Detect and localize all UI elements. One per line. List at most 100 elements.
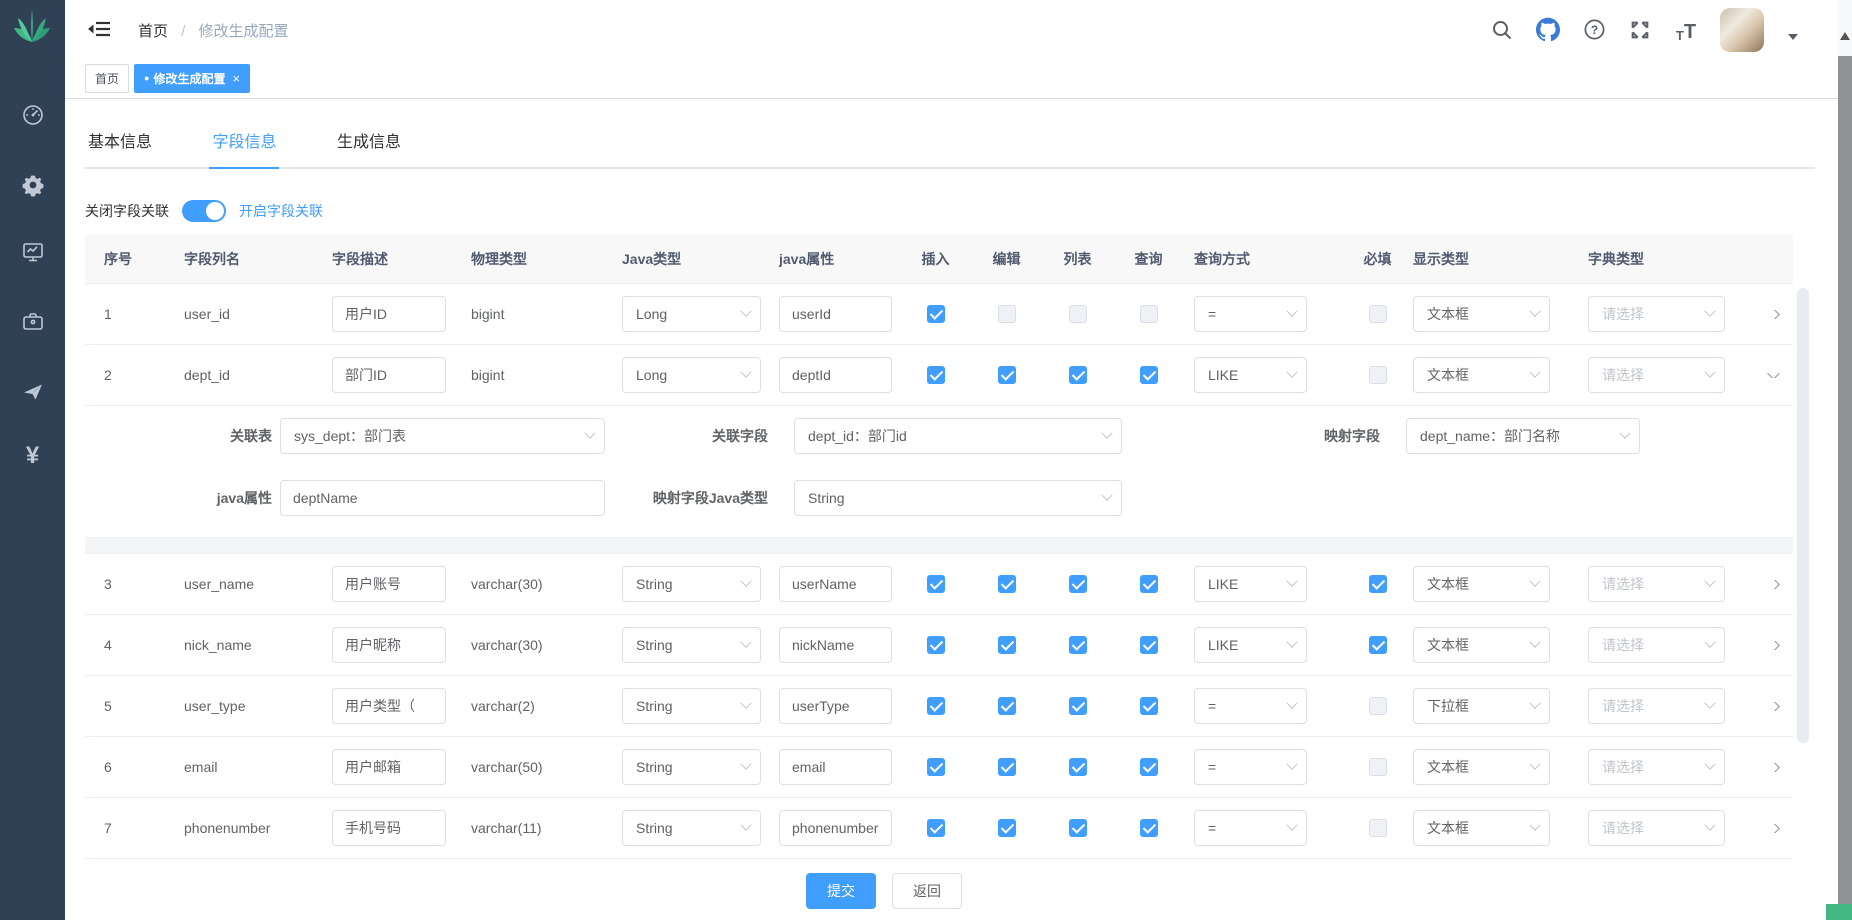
breadcrumb-home[interactable]: 首页 xyxy=(138,23,168,40)
query-type-select[interactable]: = xyxy=(1194,688,1307,724)
list-checkbox[interactable] xyxy=(1069,636,1087,654)
required-checkbox[interactable] xyxy=(1369,758,1387,776)
mapping-java-type-select[interactable]: String xyxy=(794,480,1122,516)
expand-row-icon[interactable] xyxy=(1767,373,1780,378)
java-type-select[interactable]: String xyxy=(622,749,761,785)
required-checkbox[interactable] xyxy=(1369,305,1387,323)
caret-down-icon[interactable] xyxy=(1788,34,1798,40)
column-comment-input[interactable] xyxy=(332,749,446,785)
edit-checkbox[interactable] xyxy=(998,819,1016,837)
tag-home[interactable]: 首页 xyxy=(85,64,129,93)
html-type-select[interactable]: 文本框 xyxy=(1413,566,1550,602)
column-comment-input[interactable] xyxy=(332,810,446,846)
query-type-select[interactable]: LIKE xyxy=(1194,357,1307,393)
mapping-field-select[interactable]: dept_name：部门名称 xyxy=(1406,418,1640,454)
tab-field-info[interactable]: 字段信息 xyxy=(209,125,279,167)
dict-type-select[interactable]: 请选择 xyxy=(1588,810,1725,846)
required-checkbox[interactable] xyxy=(1369,366,1387,384)
expand-row-icon[interactable] xyxy=(1767,310,1780,319)
required-checkbox[interactable] xyxy=(1369,819,1387,837)
java-type-select[interactable]: Long xyxy=(622,296,761,332)
close-tag-icon[interactable]: × xyxy=(232,71,240,86)
edit-checkbox[interactable] xyxy=(998,697,1016,715)
back-button[interactable]: 返回 xyxy=(892,873,962,909)
edit-checkbox[interactable] xyxy=(998,575,1016,593)
required-checkbox[interactable] xyxy=(1369,697,1387,715)
query-type-select[interactable]: = xyxy=(1194,749,1307,785)
settings-gear-icon[interactable] xyxy=(0,163,65,207)
list-checkbox[interactable] xyxy=(1069,366,1087,384)
java-field-input[interactable] xyxy=(779,688,892,724)
query-checkbox[interactable] xyxy=(1140,758,1158,776)
query-type-select[interactable]: = xyxy=(1194,296,1307,332)
insert-checkbox[interactable] xyxy=(927,305,945,323)
submit-button[interactable]: 提交 xyxy=(806,873,876,909)
query-type-select[interactable]: = xyxy=(1194,810,1307,846)
java-field-input[interactable] xyxy=(779,357,892,393)
expand-row-icon[interactable] xyxy=(1767,824,1780,833)
required-checkbox[interactable] xyxy=(1369,636,1387,654)
list-checkbox[interactable] xyxy=(1069,819,1087,837)
edit-checkbox[interactable] xyxy=(998,758,1016,776)
scroll-up-arrow-icon[interactable] xyxy=(1840,32,1850,40)
monitor-chart-icon[interactable] xyxy=(0,230,65,274)
list-checkbox[interactable] xyxy=(1069,305,1087,323)
java-field-input[interactable] xyxy=(779,810,892,846)
insert-checkbox[interactable] xyxy=(927,697,945,715)
dict-type-select[interactable]: 请选择 xyxy=(1588,627,1725,663)
field-relation-switch[interactable] xyxy=(182,200,226,222)
expand-row-icon[interactable] xyxy=(1767,763,1780,772)
query-type-select[interactable]: LIKE xyxy=(1194,627,1307,663)
column-comment-input[interactable] xyxy=(332,296,446,332)
yen-icon[interactable]: ¥ xyxy=(0,434,65,478)
query-checkbox[interactable] xyxy=(1140,697,1158,715)
relation-on-label[interactable]: 开启字段关联 xyxy=(239,201,323,221)
expand-row-icon[interactable] xyxy=(1767,641,1780,650)
query-type-select[interactable]: LIKE xyxy=(1194,566,1307,602)
insert-checkbox[interactable] xyxy=(927,758,945,776)
insert-checkbox[interactable] xyxy=(927,636,945,654)
paper-plane-icon[interactable] xyxy=(0,370,65,414)
query-checkbox[interactable] xyxy=(1140,575,1158,593)
java-field-input[interactable] xyxy=(779,566,892,602)
help-icon[interactable]: ? xyxy=(1582,18,1606,42)
html-type-select[interactable]: 文本框 xyxy=(1413,810,1550,846)
query-checkbox[interactable] xyxy=(1140,305,1158,323)
query-checkbox[interactable] xyxy=(1140,636,1158,654)
java-type-select[interactable]: String xyxy=(622,566,761,602)
plant-logo-icon[interactable] xyxy=(10,4,54,48)
java-field-input[interactable] xyxy=(779,749,892,785)
expand-row-icon[interactable] xyxy=(1767,702,1780,711)
java-field-input[interactable] xyxy=(779,627,892,663)
briefcase-icon[interactable] xyxy=(0,300,65,344)
tab-basic-info[interactable]: 基本信息 xyxy=(85,125,155,167)
list-checkbox[interactable] xyxy=(1069,758,1087,776)
search-icon[interactable] xyxy=(1490,18,1514,42)
dict-type-select[interactable]: 请选择 xyxy=(1588,566,1725,602)
sidebar-fold-icon[interactable] xyxy=(88,20,110,43)
insert-checkbox[interactable] xyxy=(927,366,945,384)
dict-type-select[interactable]: 请选择 xyxy=(1588,688,1725,724)
dict-type-select[interactable]: 请选择 xyxy=(1588,296,1725,332)
avatar[interactable] xyxy=(1720,8,1764,52)
java-type-select[interactable]: String xyxy=(622,627,761,663)
html-type-select[interactable]: 文本框 xyxy=(1413,357,1550,393)
java-type-select[interactable]: Long xyxy=(622,357,761,393)
html-type-select[interactable]: 文本框 xyxy=(1413,749,1550,785)
required-checkbox[interactable] xyxy=(1369,575,1387,593)
font-size-icon[interactable]: TT xyxy=(1674,18,1698,42)
list-checkbox[interactable] xyxy=(1069,575,1087,593)
column-comment-input[interactable] xyxy=(332,627,446,663)
html-type-select[interactable]: 下拉框 xyxy=(1413,688,1550,724)
html-type-select[interactable]: 文本框 xyxy=(1413,296,1550,332)
dict-type-select[interactable]: 请选择 xyxy=(1588,357,1725,393)
query-checkbox[interactable] xyxy=(1140,366,1158,384)
list-checkbox[interactable] xyxy=(1069,697,1087,715)
java-type-select[interactable]: String xyxy=(622,688,761,724)
insert-checkbox[interactable] xyxy=(927,819,945,837)
expand-row-icon[interactable] xyxy=(1767,580,1780,589)
column-comment-input[interactable] xyxy=(332,357,446,393)
java-field-input[interactable] xyxy=(779,296,892,332)
edit-checkbox[interactable] xyxy=(998,305,1016,323)
dashboard-icon[interactable] xyxy=(0,93,65,137)
